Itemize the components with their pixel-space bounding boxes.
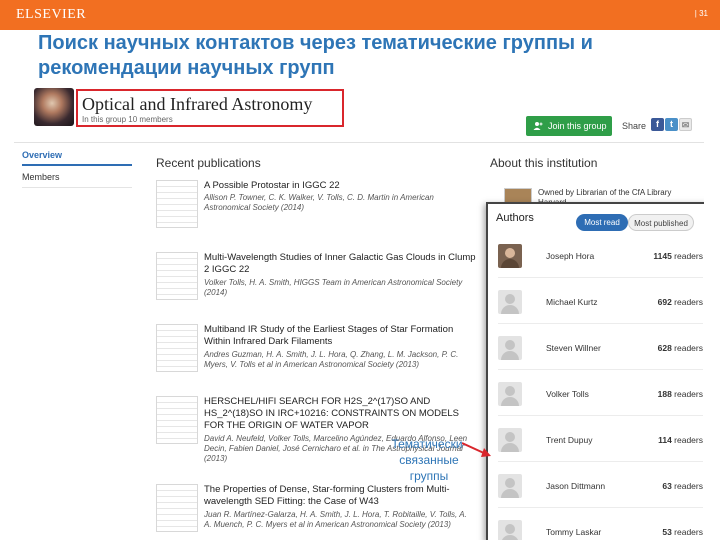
slide-title: Поиск научных контактов через тематическ… bbox=[38, 32, 593, 79]
group-sidenav: Overview Members bbox=[22, 144, 132, 188]
author-avatar bbox=[498, 520, 522, 540]
author-readers: 692 readers bbox=[657, 297, 703, 307]
author-row[interactable]: Steven Willner 628 readers bbox=[498, 330, 703, 370]
join-group-button[interactable]: Join this group bbox=[526, 116, 612, 136]
author-name[interactable]: Joseph Hora bbox=[546, 251, 594, 261]
publication-title[interactable]: Multiband IR Study of the Earliest Stage… bbox=[204, 324, 476, 348]
author-name[interactable]: Steven Willner bbox=[546, 343, 601, 353]
author-avatar bbox=[498, 244, 522, 268]
tab-most-published[interactable]: Most published bbox=[628, 214, 694, 231]
publication-item[interactable]: Multiband IR Study of the Earliest Stage… bbox=[156, 324, 476, 388]
group-avatar bbox=[34, 88, 74, 126]
author-row[interactable]: Volker Tolls 188 readers bbox=[498, 376, 703, 416]
about-institution-heading: About this institution bbox=[490, 156, 598, 170]
authors-panel: Authors Most read Most published Joseph … bbox=[486, 202, 704, 540]
author-row[interactable]: Michael Kurtz 692 readers bbox=[498, 284, 703, 324]
publication-item[interactable]: Multi-Wavelength Studies of Inner Galact… bbox=[156, 252, 476, 316]
publication-authors: Volker Tolls, H. A. Smith, HIGGS Team in… bbox=[204, 278, 463, 297]
publication-authors: Allison P. Towner, C. K. Walker, V. Toll… bbox=[204, 193, 434, 212]
author-name[interactable]: Michael Kurtz bbox=[546, 297, 598, 307]
author-name[interactable]: Trent Dupuy bbox=[546, 435, 592, 445]
author-readers: 628 readers bbox=[657, 343, 703, 353]
author-avatar bbox=[498, 290, 522, 314]
author-row[interactable]: Trent Dupuy 114 readers bbox=[498, 422, 703, 462]
publication-thumbnail[interactable] bbox=[156, 396, 198, 444]
publication-thumbnail[interactable] bbox=[156, 484, 198, 532]
callout-related-groups: Тематически-связанные группы bbox=[391, 437, 467, 483]
publication-item[interactable]: The Properties of Dense, Star-forming Cl… bbox=[156, 484, 476, 540]
publication-title[interactable]: The Properties of Dense, Star-forming Cl… bbox=[204, 484, 476, 508]
author-row[interactable]: Jason Dittmann 63 readers bbox=[498, 468, 703, 508]
author-readers: 188 readers bbox=[657, 389, 703, 399]
group-member-count[interactable]: In this group 10 members bbox=[82, 115, 173, 124]
share-label: Share bbox=[622, 121, 647, 131]
nav-overview[interactable]: Overview bbox=[22, 144, 132, 166]
tab-most-read[interactable]: Most read bbox=[576, 214, 628, 231]
author-readers: 114 readers bbox=[658, 435, 703, 445]
authors-heading: Authors bbox=[496, 212, 534, 224]
author-avatar bbox=[498, 474, 522, 498]
author-avatar bbox=[498, 382, 522, 406]
elsevier-logo: ELSEVIER bbox=[16, 7, 87, 22]
author-readers: 63 readers bbox=[662, 481, 703, 491]
callout-arrow-icon bbox=[462, 442, 491, 457]
join-group-label: Join this group bbox=[548, 121, 607, 131]
publication-authors: Andres Guzman, H. A. Smith, J. L. Hora, … bbox=[204, 350, 459, 369]
add-user-icon bbox=[533, 122, 543, 130]
author-avatar bbox=[498, 428, 522, 452]
author-row[interactable]: Tommy Laskar 53 readers bbox=[498, 514, 703, 540]
publication-thumbnail[interactable] bbox=[156, 324, 198, 372]
publication-authors: Juan R. Martínez-Galarza, H. A. Smith, J… bbox=[204, 510, 467, 529]
author-avatar bbox=[498, 336, 522, 360]
publication-title[interactable]: Multi-Wavelength Studies of Inner Galact… bbox=[204, 252, 476, 276]
facebook-icon[interactable]: f bbox=[651, 118, 664, 131]
author-readers: 1145 readers bbox=[653, 251, 703, 261]
publication-thumbnail[interactable] bbox=[156, 252, 198, 300]
publications-heading: Recent publications bbox=[156, 156, 261, 170]
group-highlight-box: Optical and Infrared Astronomy In this g… bbox=[76, 89, 344, 127]
author-name[interactable]: Jason Dittmann bbox=[546, 481, 605, 491]
author-readers: 53 readers bbox=[662, 527, 703, 537]
publication-thumbnail[interactable] bbox=[156, 180, 198, 228]
author-row[interactable]: Joseph Hora 1145 readers bbox=[498, 238, 703, 278]
email-icon[interactable]: ✉ bbox=[679, 118, 692, 131]
header-divider bbox=[14, 142, 704, 143]
slide: ELSEVIER | 31 Поиск научных контактов че… bbox=[0, 0, 720, 540]
group-name[interactable]: Optical and Infrared Astronomy bbox=[82, 94, 312, 115]
slide-number: | 31 bbox=[694, 9, 708, 18]
publication-title[interactable]: A Possible Protostar in IGGC 22 bbox=[204, 180, 476, 192]
twitter-icon[interactable]: t bbox=[665, 118, 678, 131]
slide-header-bar: ELSEVIER | 31 bbox=[0, 0, 720, 30]
nav-members[interactable]: Members bbox=[22, 166, 132, 188]
author-name[interactable]: Volker Tolls bbox=[546, 389, 589, 399]
publication-title[interactable]: HERSCHEL/HIFI SEARCH FOR H2S_2^(17)SO AN… bbox=[204, 396, 476, 432]
mendeley-group-page: Optical and Infrared Astronomy In this g… bbox=[14, 84, 704, 540]
author-name[interactable]: Tommy Laskar bbox=[546, 527, 601, 537]
publication-item[interactable]: A Possible Protostar in IGGC 22 Allison … bbox=[156, 180, 476, 244]
